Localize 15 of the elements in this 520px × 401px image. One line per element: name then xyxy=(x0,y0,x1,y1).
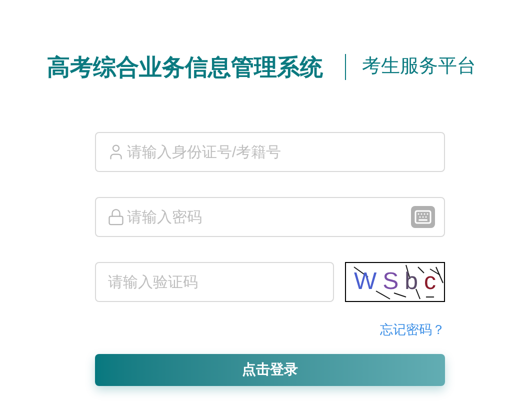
captcha-character: W xyxy=(354,270,377,294)
login-button[interactable]: 点击登录 xyxy=(95,354,445,386)
captcha-character: S xyxy=(382,270,399,294)
captcha-character: b xyxy=(404,270,418,294)
system-title: 高考综合业务信息管理系统 xyxy=(47,53,323,82)
keyboard-icon[interactable] xyxy=(411,206,435,228)
password-field[interactable]: 请输入密码 xyxy=(95,197,445,237)
user-icon xyxy=(107,143,125,161)
captcha-field[interactable]: 请输入验证码 xyxy=(95,262,334,302)
lock-icon xyxy=(107,208,125,226)
forgot-password-link[interactable]: 忘记密码？ xyxy=(380,320,445,340)
account-field[interactable]: 请输入身份证号/考籍号 xyxy=(95,132,445,172)
captcha-image[interactable]: W S b c xyxy=(345,262,445,302)
captcha-character: c xyxy=(424,270,436,294)
platform-subtitle: 考生服务平台 xyxy=(362,54,476,79)
